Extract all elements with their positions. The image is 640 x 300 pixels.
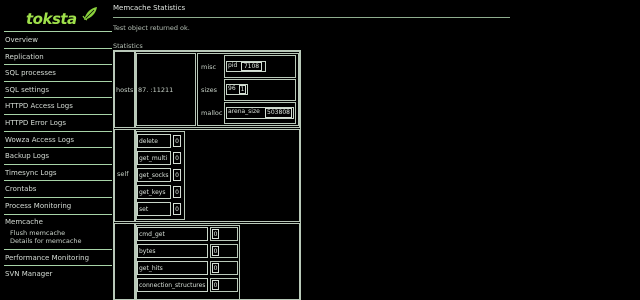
server-address: 87. :11211 [138, 86, 174, 94]
logo-text: toksta [26, 10, 77, 28]
self-stat-key: get_keys [137, 185, 171, 199]
title-divider [113, 17, 510, 18]
misc-value: 7108 [241, 62, 262, 71]
sidebar-item-memcache[interactable]: Memcache Flush memcache Details for memcac… [4, 213, 112, 249]
logo[interactable]: toksta [8, 6, 108, 30]
self-stat-value: 0 [173, 203, 181, 215]
sidebar-item-svn-manager[interactable]: SVN Manager [4, 265, 112, 282]
sidebar-item-httpd-access-logs[interactable]: HTTPD Access Logs [4, 97, 112, 114]
self-stat-key: get_socks [137, 168, 171, 182]
sizes-label: sizes [201, 86, 217, 94]
leaf-icon [82, 7, 97, 21]
status-message: Test object returned ok. [113, 24, 190, 32]
sidebar-item-memcache-label: Memcache [5, 217, 43, 226]
total-stat-value: 0 [212, 246, 219, 256]
sidebar-item-performance-monitoring[interactable]: Performance Monitoring [4, 248, 112, 266]
sidebar-item-timesync-logs[interactable]: Timesync Logs [4, 163, 112, 181]
sidebar-item-crontabs[interactable]: Crontabs [4, 180, 112, 197]
self-stat-key: delete [137, 134, 171, 148]
total-stat-value: 0 [212, 263, 219, 273]
sidebar-item-sql-processes[interactable]: SQL processes [4, 64, 112, 81]
misc-label: misc [201, 63, 217, 71]
sidebar-item-wowza-access-logs[interactable]: Wowza Access Logs [4, 130, 112, 148]
total-stat-key: get_hits [137, 261, 208, 275]
sidebar-item-backup-logs[interactable]: Backup Logs [4, 147, 112, 164]
sidebar-item-sql-settings[interactable]: SQL settings [4, 80, 112, 98]
sidebar-item-httpd-error-logs[interactable]: HTTPD Error Logs [4, 113, 112, 131]
malloc-key-text: arena_size [228, 108, 260, 115]
hosts-label: hosts [116, 86, 134, 94]
misc-key-text: pid [228, 62, 238, 69]
total-row-label-cell [114, 223, 135, 300]
total-stat-key: bytes [137, 244, 208, 258]
sidebar-item-replication[interactable]: Replication [4, 47, 112, 65]
sidebar-item-overview[interactable]: Overview [4, 31, 112, 48]
self-stat-value: 0 [173, 186, 181, 198]
self-stat-value: 0 [173, 169, 181, 181]
section-title: Statistics [113, 42, 143, 50]
sidebar-subitem-details-for-memcache[interactable]: Details for memcache [5, 237, 112, 245]
total-stat-value: 0 [212, 229, 219, 239]
self-stat-key: get_multi [137, 151, 171, 165]
malloc-value: 503808 [265, 108, 292, 118]
sizes-value: 1 [239, 85, 246, 94]
sizes-key-text: 96 [228, 85, 236, 92]
total-stat-key: connection_structures [137, 278, 208, 292]
page-title: Memcache Statistics [113, 4, 186, 12]
self-stat-value: 0 [173, 152, 181, 164]
malloc-label: malloc [201, 109, 223, 117]
sidebar: toksta Overview Replication SQL processes S… [0, 0, 112, 295]
total-stat-key: cmd_get [137, 227, 208, 241]
self-label: self [117, 170, 129, 178]
self-stat-key: set [137, 202, 171, 216]
self-stat-value: 0 [173, 135, 181, 147]
sidebar-item-process-monitoring[interactable]: Process Monitoring [4, 196, 112, 214]
total-stat-value: 0 [212, 280, 219, 290]
sidebar-nav: Overview Replication SQL processes SQL sett… [4, 31, 112, 282]
sidebar-subitem-flush-memcache[interactable]: Flush memcache [5, 229, 112, 237]
